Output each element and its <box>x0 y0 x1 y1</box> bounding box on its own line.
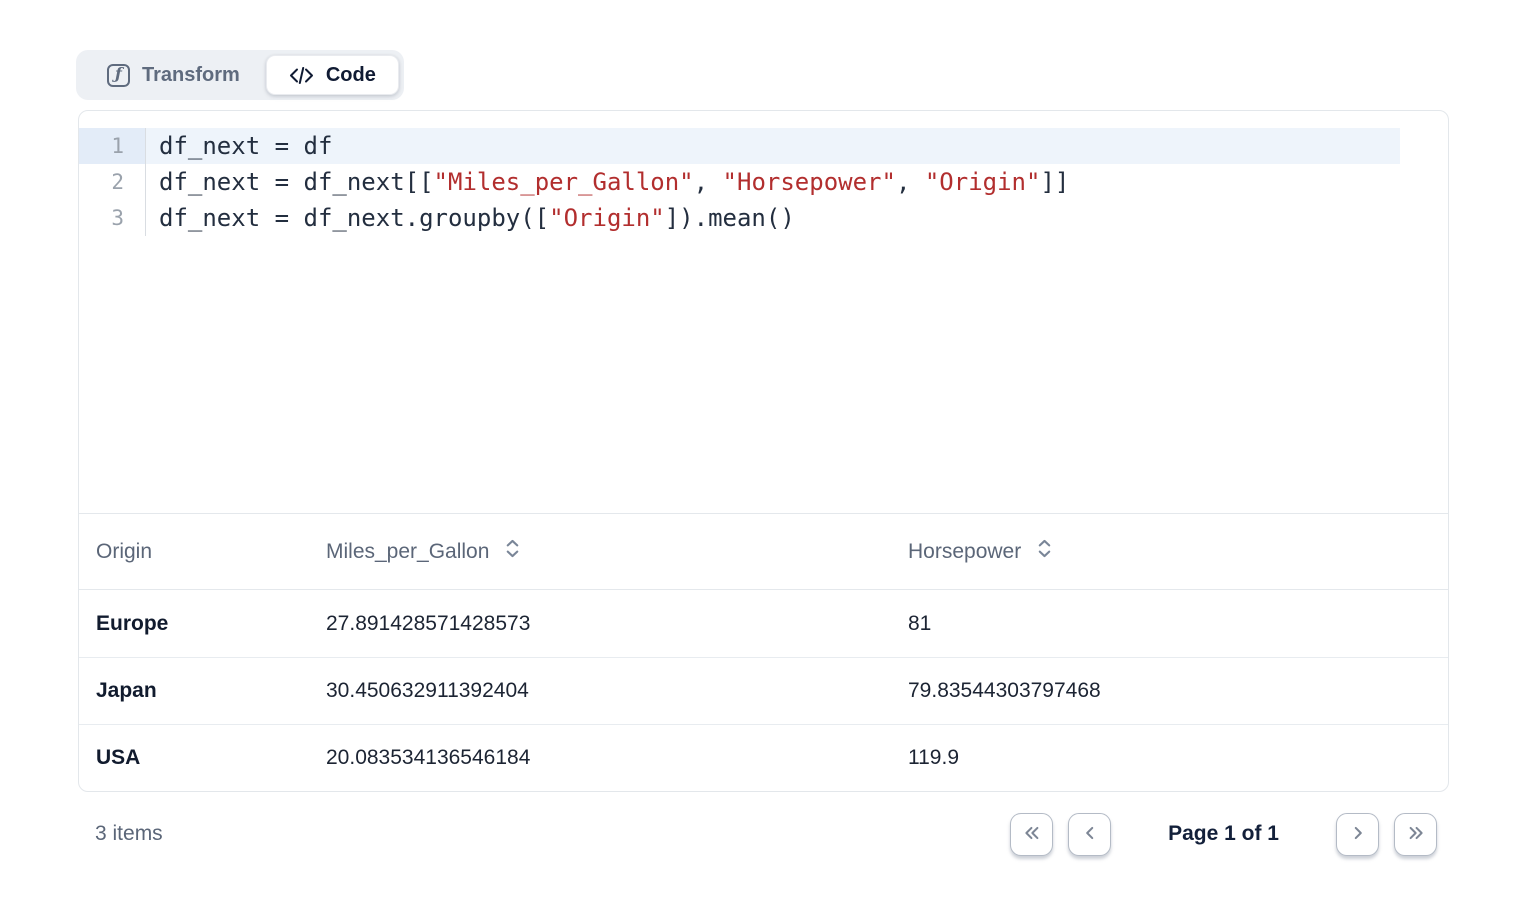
first-page-button[interactable] <box>1010 813 1053 856</box>
line-number: 2 <box>79 164 146 200</box>
code-line-text: df_next = df <box>146 128 1400 164</box>
table-row: Europe 27.891428571428573 81 <box>79 590 1448 657</box>
cell-miles-per-gallon: 20.083534136546184 <box>326 746 908 770</box>
transform-widget: ƒ Transform Code 1 df_next = df 2 df_ne <box>78 50 1449 862</box>
double-chevron-left-icon <box>1023 824 1041 845</box>
cell-horsepower: 79.83544303797468 <box>908 679 1448 703</box>
code-and-result-panel: 1 df_next = df 2 df_next = df_next[["Mil… <box>78 110 1449 792</box>
double-chevron-right-icon <box>1407 824 1425 845</box>
cell-origin: Japan <box>96 679 326 703</box>
column-header-origin: Origin <box>96 540 326 564</box>
function-icon: ƒ <box>107 64 130 87</box>
code-line[interactable]: 3 df_next = df_next.groupby(["Origin"]).… <box>79 200 1448 236</box>
cell-horsepower: 81 <box>908 612 1448 636</box>
cell-horsepower: 119.9 <box>908 746 1448 770</box>
table-row: Japan 30.450632911392404 79.835443037974… <box>79 657 1448 724</box>
result-table: Origin Miles_per_Gallon Horsepower <box>79 513 1448 791</box>
tab-transform[interactable]: ƒ Transform <box>81 55 266 95</box>
column-header-miles-per-gallon[interactable]: Miles_per_Gallon <box>326 538 908 565</box>
code-line-text: df_next = df_next[["Miles_per_Gallon", "… <box>146 164 1448 200</box>
code-line[interactable]: 2 df_next = df_next[["Miles_per_Gallon",… <box>79 164 1448 200</box>
table-footer: 3 items Page 1 of 1 <box>78 806 1449 862</box>
line-number: 1 <box>79 128 146 164</box>
code-line-text: df_next = df_next.groupby(["Origin"]).me… <box>146 200 1448 236</box>
line-number: 3 <box>79 200 146 236</box>
table-header-row: Origin Miles_per_Gallon Horsepower <box>79 513 1448 590</box>
last-page-button[interactable] <box>1394 813 1437 856</box>
items-count: 3 items <box>95 822 163 846</box>
code-line[interactable]: 1 df_next = df <box>79 128 1448 164</box>
view-mode-tabbar: ƒ Transform Code <box>76 50 404 100</box>
next-page-button[interactable] <box>1336 813 1379 856</box>
chevron-left-icon <box>1081 824 1099 845</box>
sort-up-down-icon[interactable] <box>1036 538 1053 565</box>
column-header-horsepower[interactable]: Horsepower <box>908 538 1448 565</box>
tab-transform-label: Transform <box>142 64 240 87</box>
cell-origin: USA <box>96 746 326 770</box>
tab-code[interactable]: Code <box>266 55 399 95</box>
sort-up-down-icon[interactable] <box>504 538 521 565</box>
tab-code-label: Code <box>326 64 376 87</box>
code-editor[interactable]: 1 df_next = df 2 df_next = df_next[["Mil… <box>79 111 1448 513</box>
cell-miles-per-gallon: 27.891428571428573 <box>326 612 908 636</box>
code-brackets-icon <box>289 67 314 84</box>
page-indicator: Page 1 of 1 <box>1168 822 1279 846</box>
cell-miles-per-gallon: 30.450632911392404 <box>326 679 908 703</box>
cell-origin: Europe <box>96 612 326 636</box>
previous-page-button[interactable] <box>1068 813 1111 856</box>
chevron-right-icon <box>1349 824 1367 845</box>
pagination: Page 1 of 1 <box>1010 813 1437 856</box>
table-row: USA 20.083534136546184 119.9 <box>79 724 1448 791</box>
